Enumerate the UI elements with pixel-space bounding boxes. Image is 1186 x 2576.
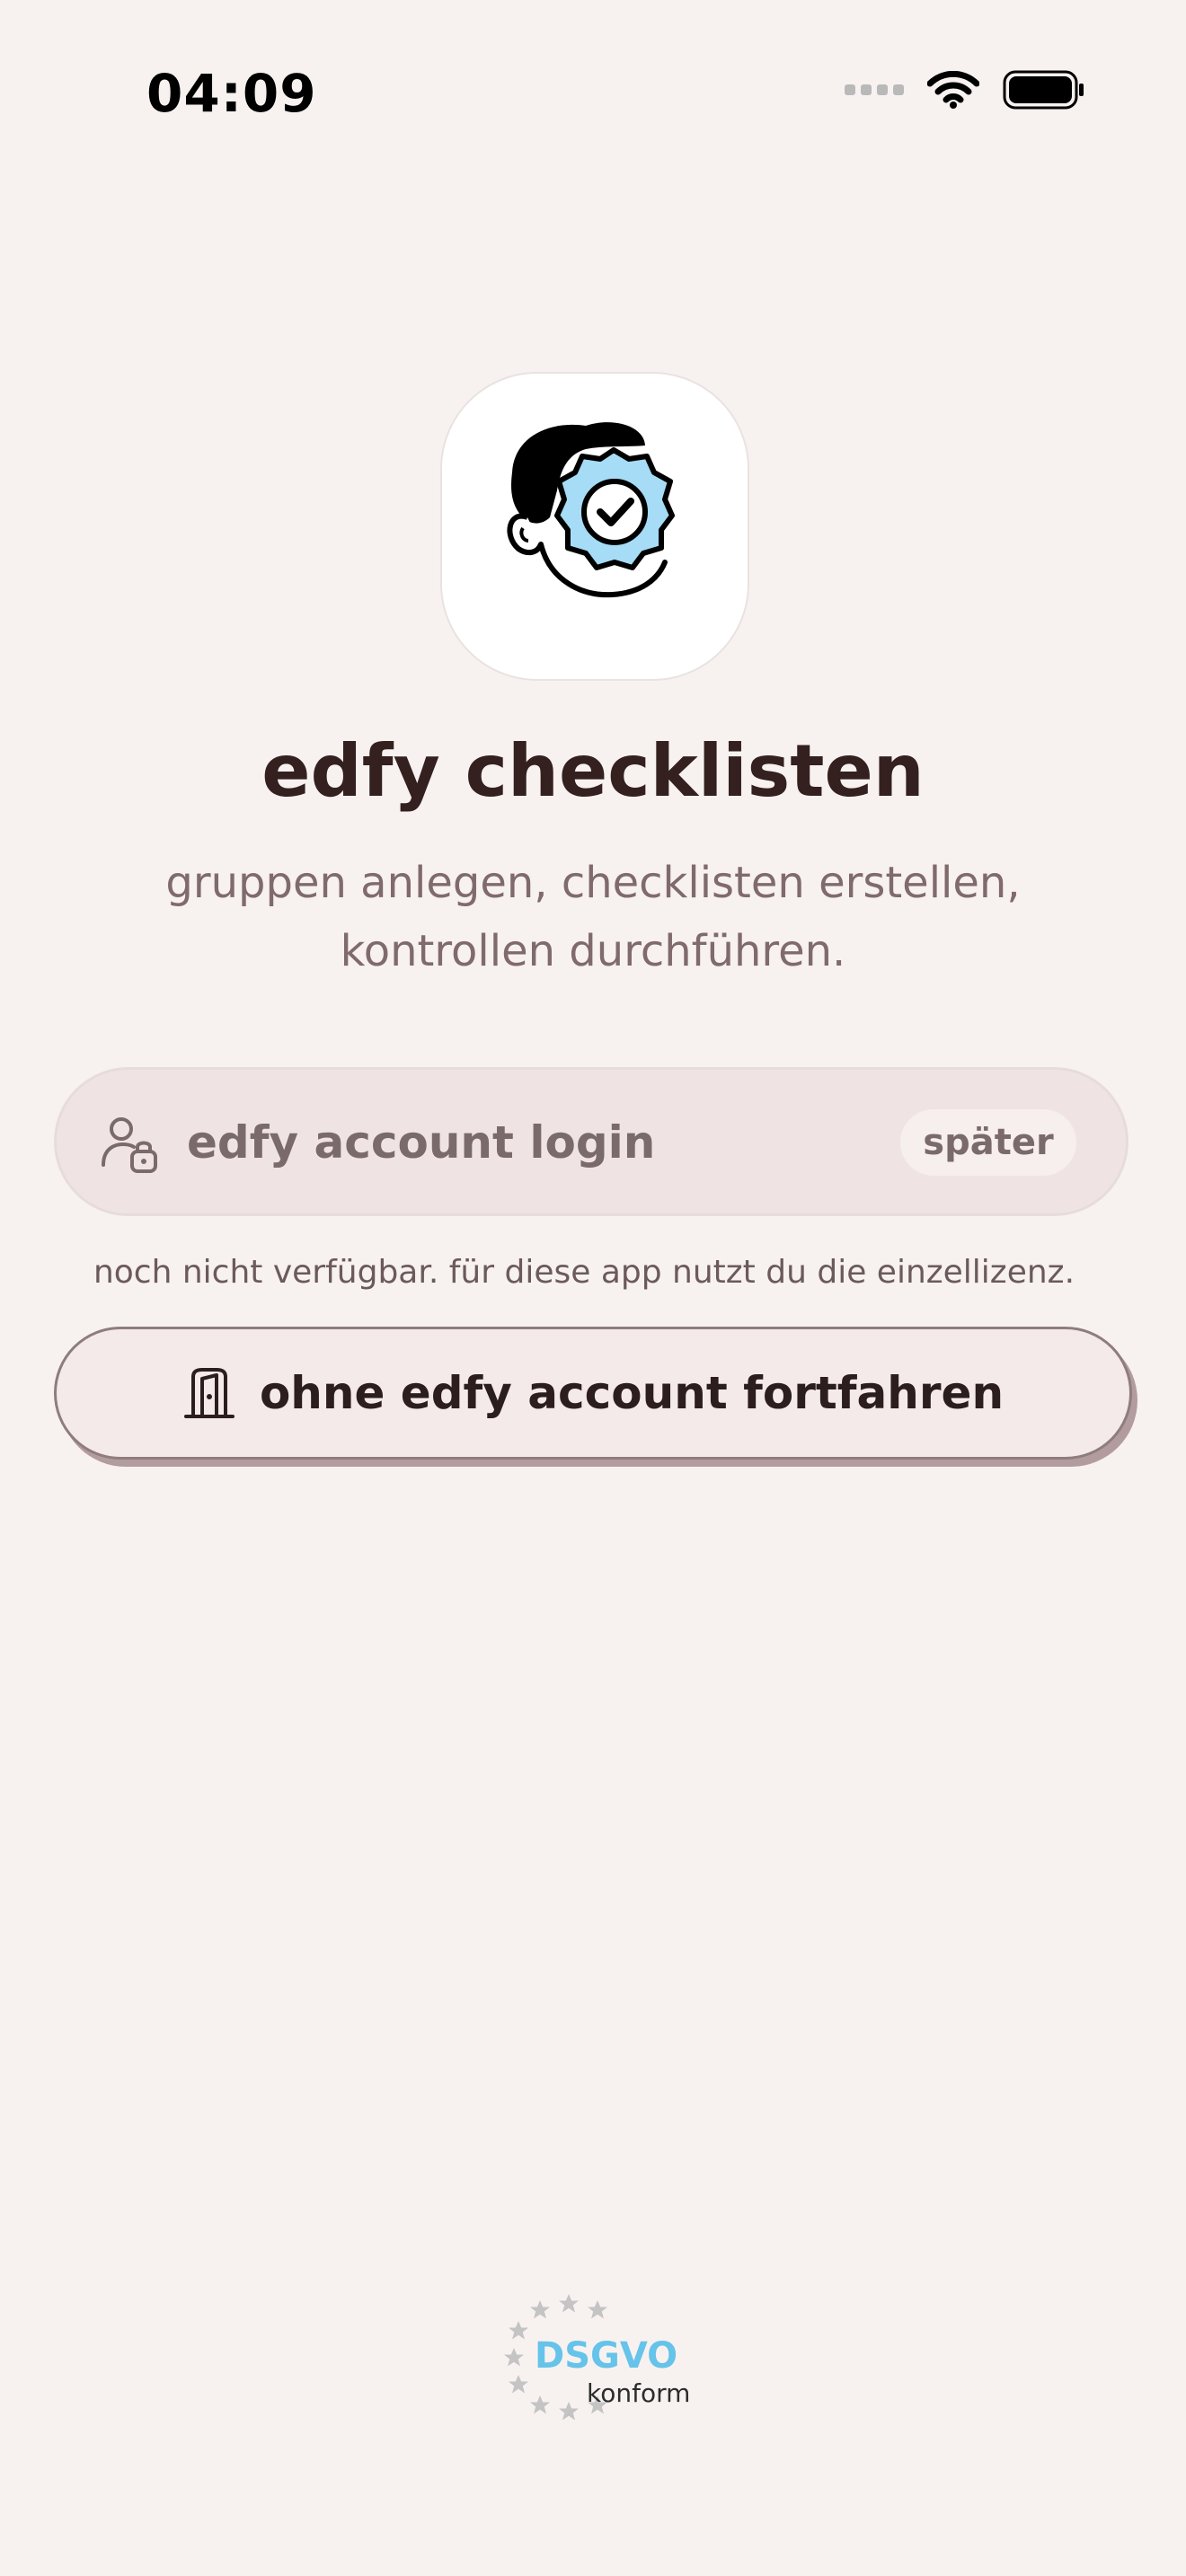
badge-title: DSGVO [535,2335,678,2377]
app-title: edfy checklisten [261,729,925,813]
verified-person-icon [507,422,675,598]
cellular-signal-icon [845,84,904,95]
continue-without-account-button[interactable]: ohne edfy account fortfahren [54,1327,1132,1460]
continue-label: ohne edfy account fortfahren [259,1367,1005,1419]
edfy-account-login-button[interactable]: edfy account login später [54,1067,1128,1216]
app-logo [440,372,749,681]
dsgvo-badge: DSGVO konform [490,2281,691,2443]
door-icon [183,1368,235,1418]
later-badge: später [900,1109,1076,1176]
status-time: 04:09 [146,63,317,124]
app-subtitle: gruppen anlegen, checklisten erstellen, … [165,858,1021,976]
login-note: noch nicht verfügbar. für diese app nutz… [93,1254,1075,1291]
wifi-icon [927,71,979,109]
battery-icon [1003,70,1084,110]
badge-subtitle: konform [587,2378,691,2408]
login-label: edfy account login [187,1116,656,1169]
status-icons [845,70,1085,110]
user-lock-icon [102,1117,157,1173]
